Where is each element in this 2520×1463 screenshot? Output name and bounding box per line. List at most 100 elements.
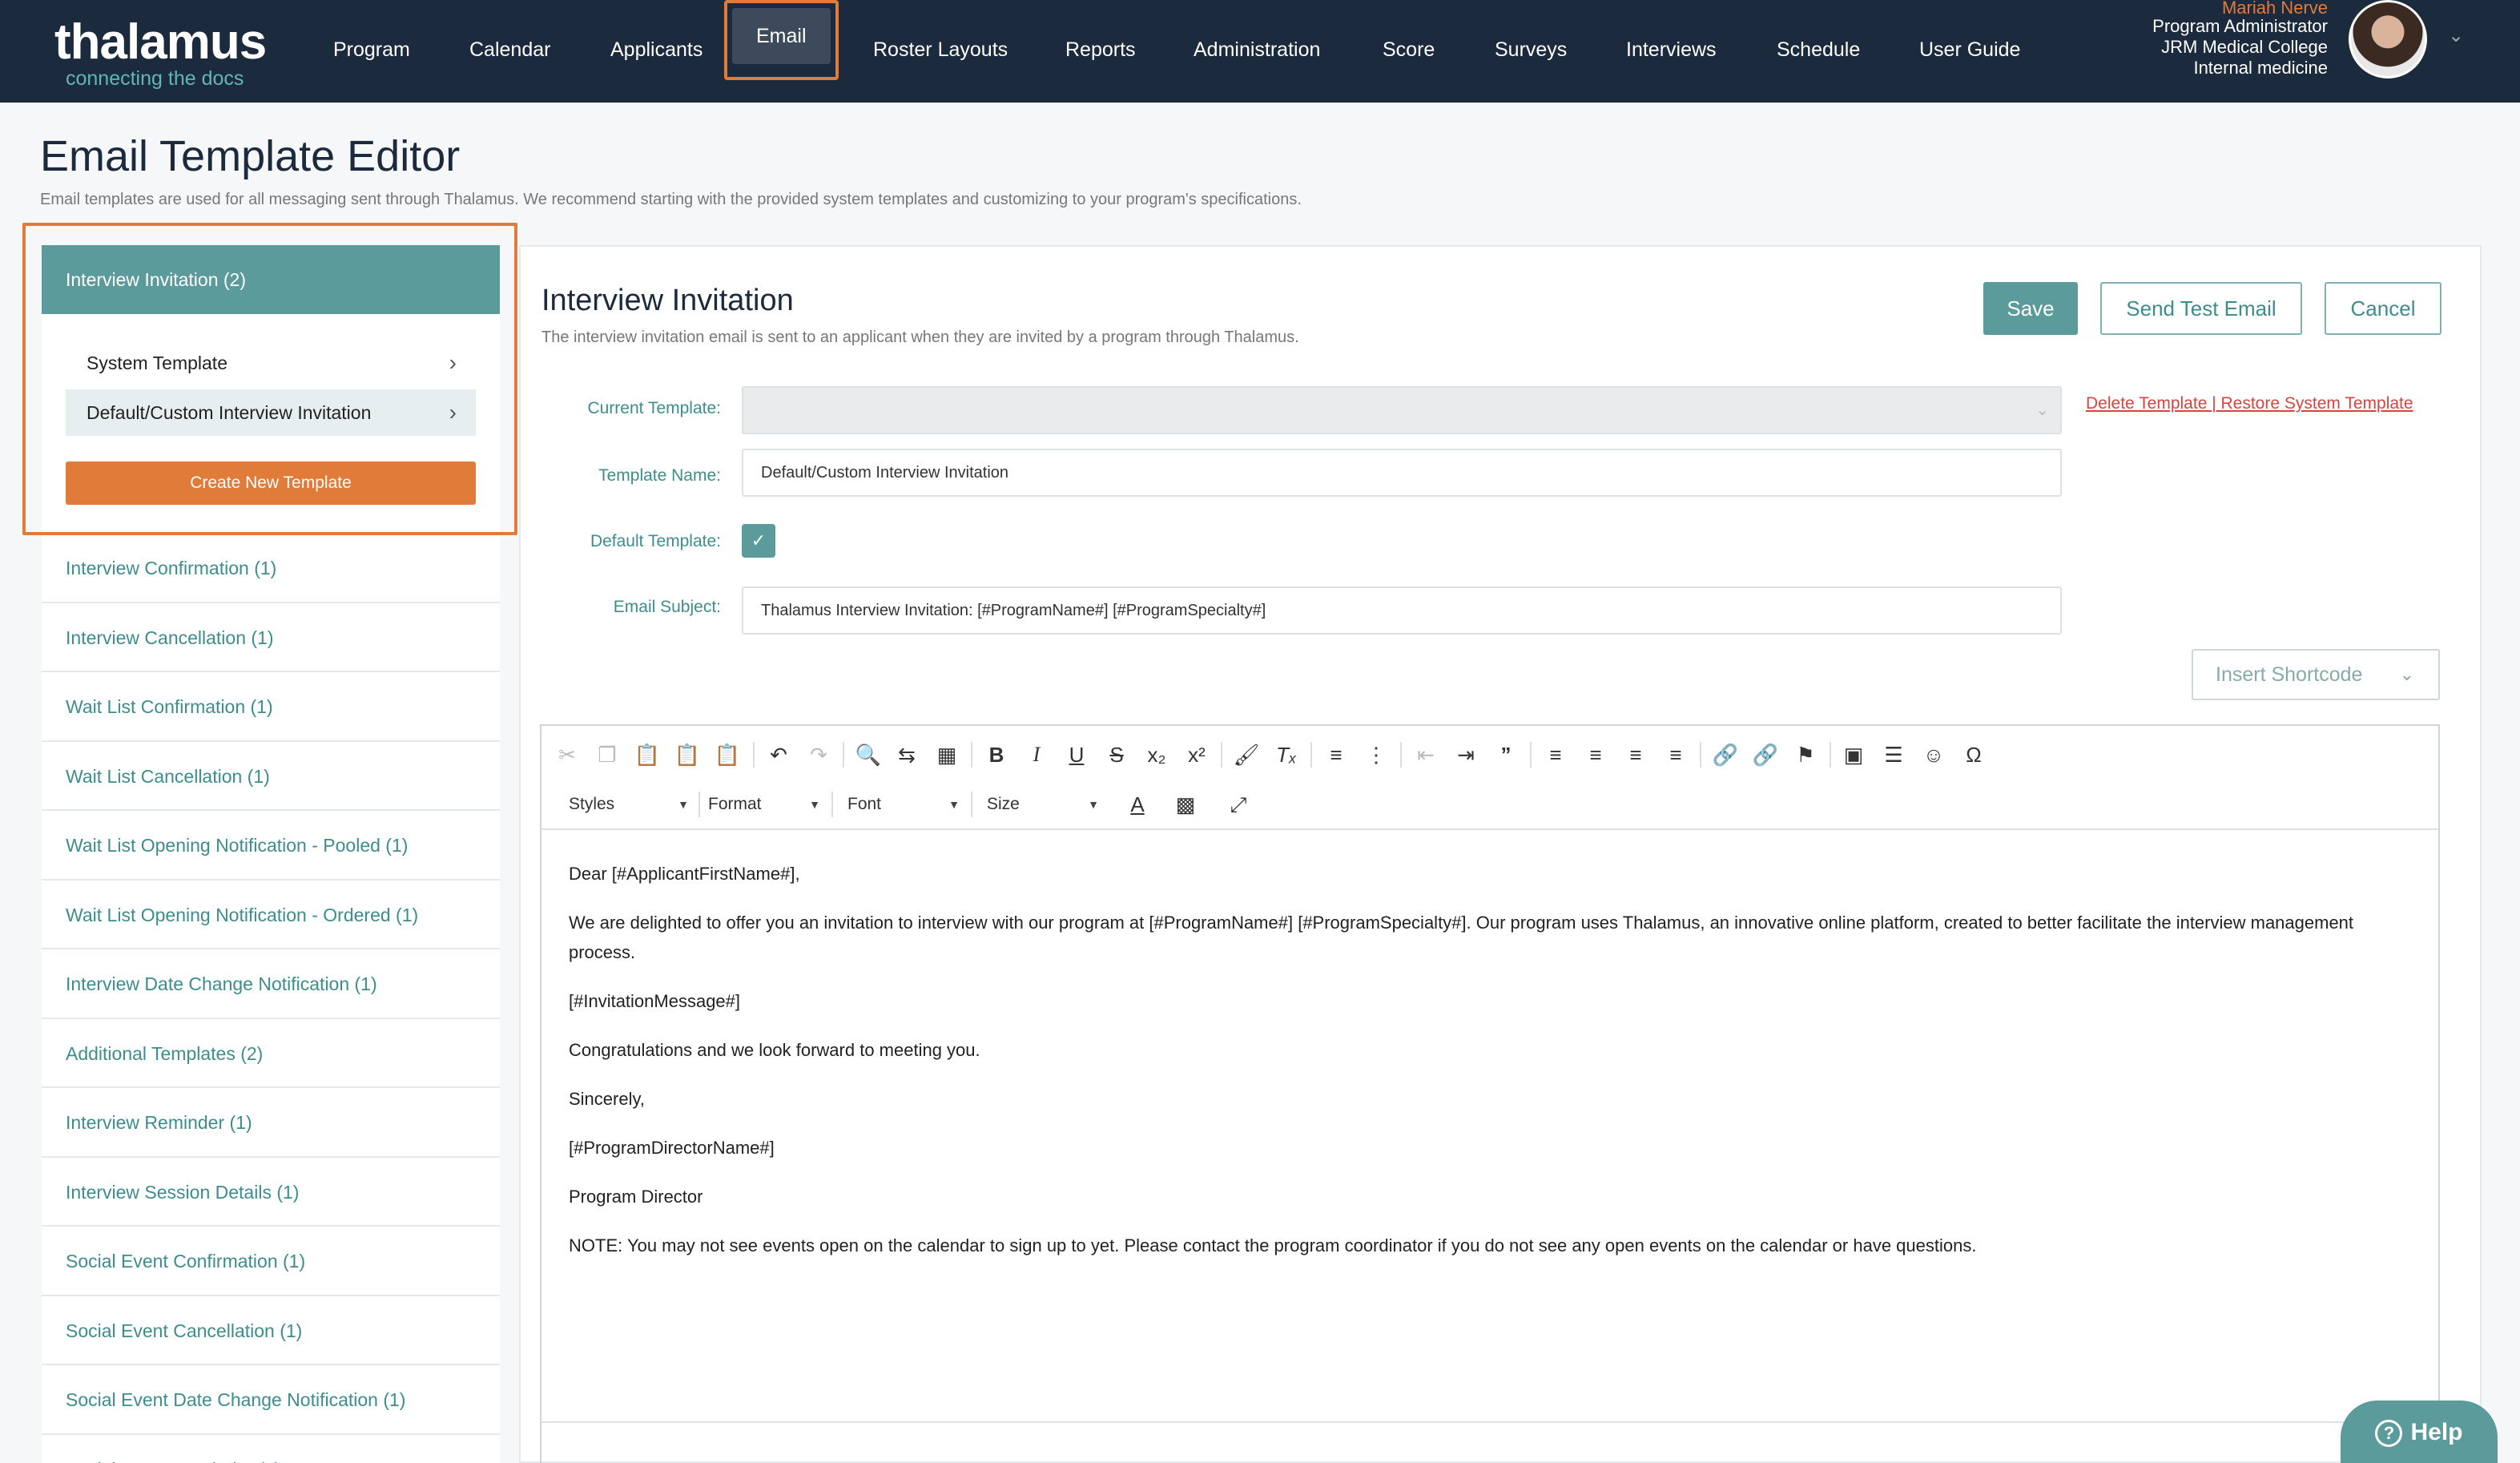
underline-icon[interactable]: U [1061, 739, 1093, 771]
link-icon[interactable]: 🔗 [1709, 739, 1741, 771]
chevron-down-icon[interactable]: ⌄ [2448, 24, 2467, 46]
sidebar-item[interactable]: Interview Cancellation (1) [42, 603, 500, 672]
user-program: Internal medicine [2193, 58, 2328, 78]
redo-icon[interactable]: ↷ [803, 739, 835, 771]
remove-format-icon[interactable]: Tₓ [1270, 739, 1302, 771]
template-name-field[interactable]: Default/Custom Interview Invitation [742, 449, 2062, 497]
find-icon[interactable]: 🔍 [852, 739, 884, 771]
sidebar-item[interactable]: Social Event Cancellation (1) [42, 1296, 500, 1365]
thalamus-logo[interactable]: thalamus connecting the docs [54, 14, 267, 90]
bold-icon[interactable]: B [980, 739, 1012, 771]
blockquote-icon[interactable]: ” [1490, 739, 1522, 771]
delete-template-link[interactable]: Delete Template [2086, 394, 2212, 413]
insert-shortcode-label: Insert Shortcode [2216, 663, 2363, 686]
nav-administration[interactable]: Administration [1194, 24, 1320, 75]
replace-icon[interactable]: ⇆ [891, 739, 923, 771]
help-label: Help [2410, 1419, 2463, 1445]
editor-subtitle: The interview invitation email is sent t… [541, 328, 1299, 346]
insert-shortcode-dropdown[interactable]: Insert Shortcode ⌄ [2192, 649, 2440, 700]
user-role: Program Administrator [2152, 16, 2328, 36]
styles-dropdown[interactable]: Styles ▼ [569, 788, 689, 820]
paste-icon[interactable]: 📋 [631, 739, 663, 771]
outdent-icon[interactable]: ⇤ [1410, 739, 1442, 771]
nav-reports[interactable]: Reports [1065, 24, 1136, 75]
maximize-icon[interactable]: ⤢ [1222, 788, 1254, 820]
sidebar-item[interactable]: Interview Confirmation (1) [42, 534, 500, 603]
select-all-icon[interactable]: ▦ [931, 739, 963, 771]
superscript-icon[interactable]: x² [1181, 739, 1213, 771]
nav-roster-layouts[interactable]: Roster Layouts [873, 24, 1008, 75]
sidebar-item[interactable]: Social Event Reminder (1) [42, 1435, 500, 1463]
sidebar-item[interactable]: Wait List Cancellation (1) [42, 742, 500, 811]
bulleted-list-icon[interactable]: ⋮ [1360, 739, 1392, 771]
undo-icon[interactable]: ↶ [763, 739, 795, 771]
align-left-icon[interactable]: ≡ [1540, 739, 1572, 771]
nav-applicants[interactable]: Applicants [610, 24, 702, 75]
format-dropdown[interactable]: Format ▼ [708, 788, 820, 820]
sidebar-item[interactable]: Additional Templates (2) [42, 1019, 500, 1088]
paste-text-icon[interactable]: 📋 [671, 739, 703, 771]
background-color-icon[interactable]: ▩ [1169, 788, 1202, 820]
nav-calendar[interactable]: Calendar [469, 24, 550, 75]
body-paragraph: We are delighted to offer you an invitat… [569, 913, 2354, 962]
size-dropdown[interactable]: Size ▼ [987, 788, 1099, 820]
email-subject-field[interactable]: Thalamus Interview Invitation: [#Program… [742, 586, 2062, 635]
anchor-flag-icon[interactable]: ⚑ [1789, 739, 1822, 771]
nav-email[interactable]: Email [724, 0, 839, 80]
nav-program[interactable]: Program [333, 24, 410, 75]
font-dropdown[interactable]: Font ▼ [847, 788, 960, 820]
styles-label: Styles [569, 795, 615, 813]
sidebar-item[interactable]: Interview Reminder (1) [42, 1088, 500, 1158]
body-paragraph: NOTE: You may not see events open on the… [569, 1235, 1977, 1255]
cut-icon[interactable]: ✂ [551, 739, 583, 771]
align-center-icon[interactable]: ≡ [1580, 739, 1612, 771]
horizontal-line-icon[interactable]: ☰ [1878, 739, 1910, 771]
sidebar-item[interactable]: Wait List Confirmation (1) [42, 672, 500, 742]
sidebar-item[interactable]: Social Event Date Change Notification (1… [42, 1365, 500, 1435]
emoji-icon[interactable]: ☺ [1918, 739, 1950, 771]
nav-surveys[interactable]: Surveys [1495, 24, 1567, 75]
restore-system-template-link[interactable]: Restore System Template [2216, 394, 2413, 413]
nav-interviews[interactable]: Interviews [1626, 24, 1717, 75]
align-right-icon[interactable]: ≡ [1620, 739, 1652, 771]
user-institution: JRM Medical College [2161, 37, 2328, 57]
justify-icon[interactable]: ≡ [1660, 739, 1692, 771]
sidebar-item[interactable]: Social Event Confirmation (1) [42, 1227, 500, 1296]
subscript-icon[interactable]: x₂ [1141, 739, 1173, 771]
sidebar-item[interactable]: Wait List Opening Notification - Pooled … [42, 811, 500, 881]
avatar[interactable] [2349, 0, 2427, 79]
sidebar-item[interactable]: Interview Date Change Notification (1) [42, 949, 500, 1019]
sidebar-item[interactable]: Interview Session Details (1) [42, 1158, 500, 1227]
help-button[interactable]: ? Help [2341, 1401, 2498, 1463]
special-character-icon[interactable]: Ω [1958, 739, 1990, 771]
toolbar-divider [971, 792, 972, 817]
current-template-select[interactable]: ⌄ [742, 386, 2062, 434]
current-template-label: Current Template: [587, 399, 721, 417]
copy-formatting-icon[interactable]: 🖌 [1230, 739, 1262, 771]
template-list: Interview Confirmation (1) Interview Can… [42, 534, 500, 1463]
nav-score[interactable]: Score [1383, 24, 1435, 75]
caret-down-icon: ▼ [948, 798, 960, 811]
nav-schedule[interactable]: Schedule [1777, 24, 1860, 75]
default-template-checkbox[interactable]: ✓ [742, 524, 775, 558]
nav-user-guide[interactable]: User Guide [1919, 24, 2020, 75]
unlink-icon[interactable]: 🔗 [1749, 739, 1781, 771]
italic-icon[interactable]: I [1020, 739, 1053, 771]
email-body-content[interactable]: Dear [#ApplicantFirstName#], We are deli… [569, 859, 2411, 1280]
numbered-list-icon[interactable]: ≡ [1320, 739, 1352, 771]
send-test-email-button[interactable]: Send Test Email [2100, 282, 2302, 335]
image-icon[interactable]: ▣ [1838, 739, 1870, 771]
save-button[interactable]: Save [1983, 282, 2078, 335]
text-color-icon[interactable]: A [1121, 788, 1153, 820]
editor-toolbar: ✂ ❐ 📋 📋 📋 ↶ ↷ 🔍 ⇆ ▦ B I U S x₂ x² 🖌 Tₓ ≡… [541, 726, 2438, 830]
template-actions: Delete Template | Restore System Templat… [2086, 394, 2413, 413]
user-info[interactable]: Mariah Nerve Program Administrator JRM M… [2007, 0, 2328, 79]
indent-icon[interactable]: ⇥ [1450, 739, 1482, 771]
paste-word-icon[interactable]: 📋 [711, 739, 743, 771]
copy-icon[interactable]: ❐ [591, 739, 623, 771]
toolbar-divider [1221, 742, 1222, 768]
sidebar-item[interactable]: Wait List Opening Notification - Ordered… [42, 881, 500, 949]
chevron-down-icon: ⌄ [2035, 401, 2049, 419]
cancel-button[interactable]: Cancel [2325, 282, 2442, 335]
strikethrough-icon[interactable]: S [1101, 739, 1133, 771]
